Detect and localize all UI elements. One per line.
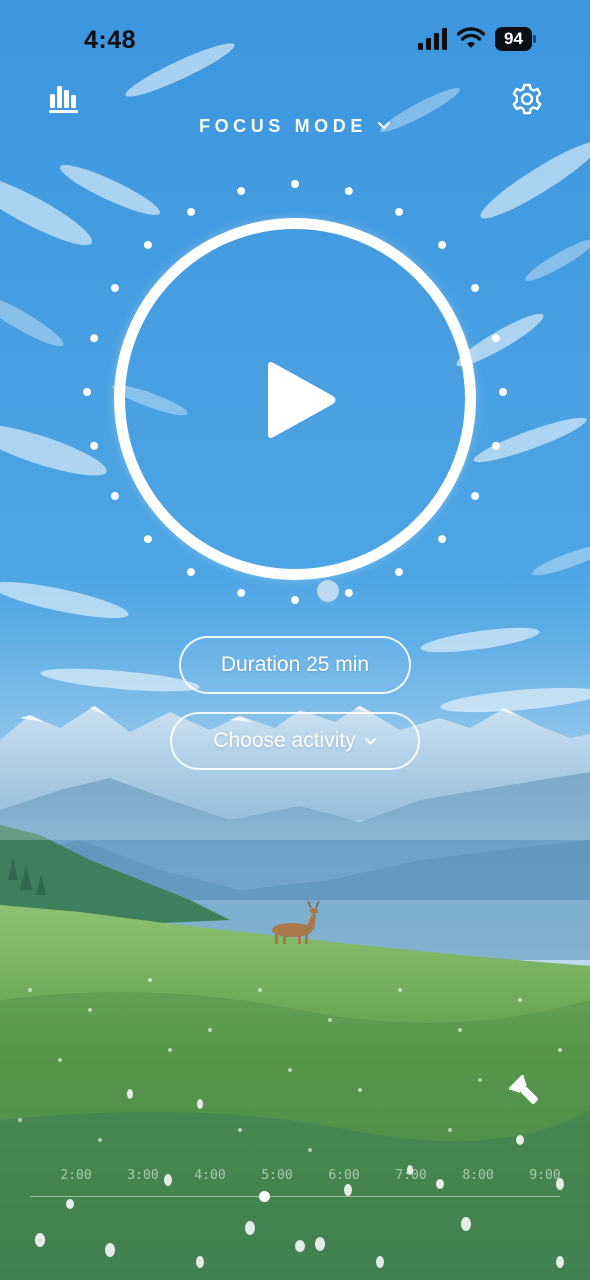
chevron-down-icon: [364, 737, 376, 744]
dial-dot: [187, 207, 195, 216]
flashlight-button[interactable]: [508, 1074, 544, 1110]
gear-icon: [512, 83, 542, 115]
wifi-icon: [457, 27, 485, 48]
dial-dot: [237, 187, 246, 196]
duration-button[interactable]: Duration 25 min: [179, 636, 411, 694]
duration-label: Duration 25 min: [220, 653, 370, 676]
dial-dot: [499, 388, 507, 396]
timeline-tick: 3:00: [127, 1168, 159, 1183]
dial-dot: [237, 588, 246, 597]
battery-level: 94: [495, 27, 532, 51]
dial-dot: [90, 441, 99, 450]
dial-dot: [83, 388, 91, 396]
dial-dot: [291, 596, 299, 604]
dial-dot: [471, 284, 480, 292]
dial-dot: [110, 284, 119, 292]
timeline-tick: 8:00: [462, 1168, 494, 1183]
dial-dot: [395, 568, 403, 577]
dial-dot: [187, 568, 195, 577]
timeline-tick: 4:00: [194, 1168, 226, 1183]
dial-dot: [471, 492, 480, 500]
dial-dot: [110, 492, 119, 500]
status-time: 4:48: [84, 26, 137, 54]
dial-dot: [491, 334, 500, 343]
dial-dot: [90, 334, 99, 343]
timeline-tick: 5:00: [261, 1168, 293, 1183]
dial-dot: [143, 240, 152, 249]
signal-icon: [418, 28, 447, 50]
stats-bar-chart-icon: [49, 86, 78, 113]
activity-label: Choose activity: [213, 729, 356, 752]
timeline-track: [30, 1196, 560, 1197]
focus-mode-label: FOCUS MODE: [198, 115, 367, 136]
dial-dot: [291, 180, 299, 188]
dial-dot: [395, 207, 403, 216]
timeline-tick: 7:00: [395, 1168, 427, 1183]
timeline-tick: 2:00: [60, 1168, 92, 1183]
timeline-slider[interactable]: 2:00 3:00 4:00 5:00 6:00 7:00 8:00 9:00: [0, 1160, 590, 1220]
timeline-tick: 9:00: [529, 1168, 561, 1183]
timeline-handle[interactable]: [258, 1191, 270, 1202]
chevron-down-icon: [378, 122, 390, 129]
timer-dial: [80, 180, 510, 610]
dial-dot: [438, 535, 447, 544]
settings-button[interactable]: [510, 82, 544, 116]
battery-tip: [533, 35, 536, 43]
dial-dot: [438, 240, 447, 249]
status-bar: 4:48 94: [0, 0, 590, 80]
timeline-tick: 6:00: [328, 1168, 360, 1183]
flashlight-icon: [508, 1074, 538, 1104]
dial-dot: [344, 588, 353, 597]
dial-dot: [344, 187, 353, 196]
play-button[interactable]: [114, 218, 476, 580]
play-icon: [268, 362, 336, 438]
choose-activity-button[interactable]: Choose activity: [170, 712, 420, 770]
stats-button[interactable]: [46, 82, 82, 114]
dial-dot: [491, 441, 500, 450]
dial-dot: [143, 535, 152, 544]
battery-icon: 94: [495, 27, 537, 51]
focus-mode-selector[interactable]: FOCUS MODE: [170, 112, 420, 140]
